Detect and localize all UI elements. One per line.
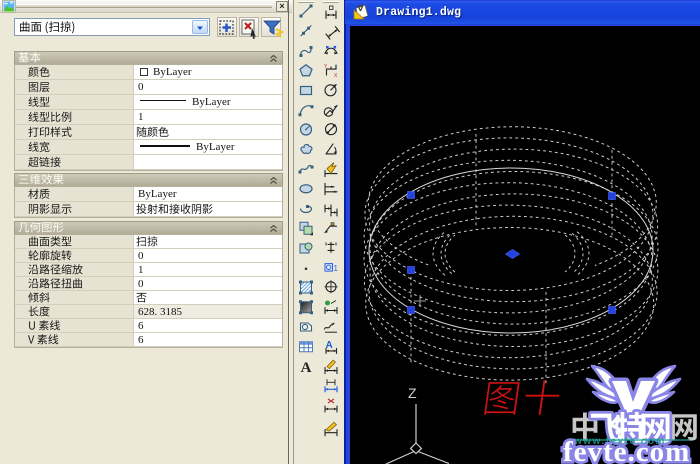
svg-text:fevte.com: fevte.com bbox=[563, 436, 690, 464]
svg-text:A: A bbox=[301, 360, 312, 376]
svg-text:A: A bbox=[326, 340, 333, 351]
svg-text:1: 1 bbox=[334, 264, 339, 273]
svg-text:Z: Z bbox=[408, 385, 417, 401]
svg-text:X: X bbox=[334, 73, 338, 79]
